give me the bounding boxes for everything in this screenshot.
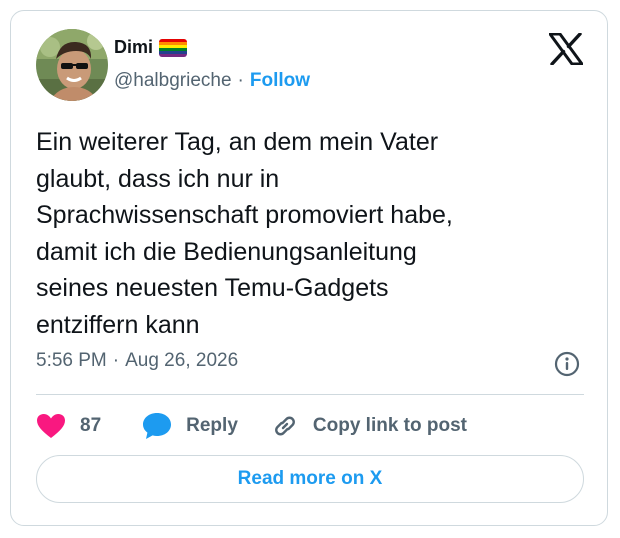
reply-label: Reply [186,415,238,436]
like-count: 87 [80,415,102,436]
divider [36,394,584,395]
link-icon [274,416,295,436]
copy-link-label: Copy link to post [312,415,467,436]
handle-row: @halbgrieche · Follow [114,70,310,92]
author-name-row: Dimi [114,37,188,58]
reply-bubble-icon [143,413,172,439]
follow-button[interactable]: Follow [250,70,310,92]
x-logo-icon[interactable] [548,32,584,66]
like-button[interactable]: 87 [36,413,101,439]
author-name[interactable]: Dimi [114,37,153,58]
user-avatar [36,29,108,101]
read-more-button[interactable]: Read more on X [36,455,584,503]
author-handle[interactable]: @halbgrieche [114,70,232,92]
reply-button[interactable]: Reply [142,412,238,440]
info-icon[interactable] [554,351,580,377]
tweet-card: Dimi @halbgrieche · Follow Ein weiterer … [10,10,608,526]
action-bar: 87 Reply Copy link to post [36,411,467,441]
rainbow-flag-icon [159,38,188,57]
heart-icon [37,414,65,438]
separator-dot: · [237,70,244,91]
separator-dot: · [112,350,120,371]
tweet-timestamp[interactable]: 5:56 PM · Aug 26, 2026 [36,350,238,372]
copy-link-button[interactable]: Copy link to post [271,412,467,440]
tweet-text: Ein weiterer Tag, an dem mein Vater glau… [36,128,453,339]
avatar[interactable] [36,29,108,101]
tweet-time[interactable]: 5:56 PM [36,350,107,372]
tweet-date[interactable]: Aug 26, 2026 [125,350,238,372]
